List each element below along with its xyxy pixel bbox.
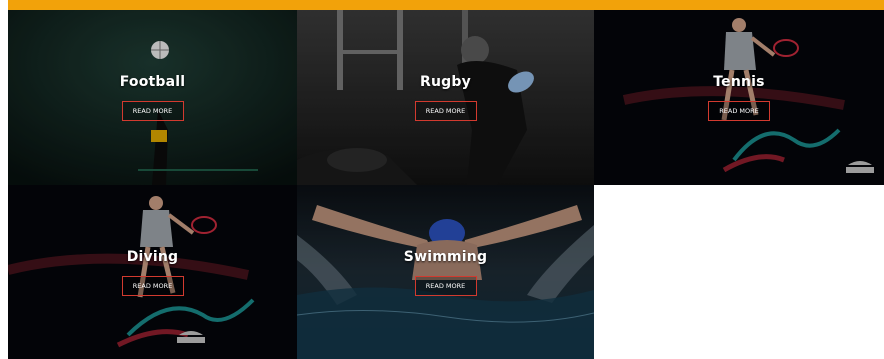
read-more-button[interactable]: READ MORE [708, 101, 770, 121]
card-title: Swimming [403, 249, 488, 265]
sport-card-rugby[interactable]: Rugby READ MORE [297, 10, 594, 185]
sports-grid: Football READ MORE Rugby READ MORE Tenni… [8, 10, 884, 359]
sport-card-tennis[interactable]: Tennis READ MORE [594, 10, 884, 185]
card-title: Football [119, 74, 186, 90]
sport-card-diving[interactable]: Diving READ MORE [8, 185, 297, 359]
sport-card-swimming[interactable]: Swimming READ MORE [297, 185, 594, 359]
card-title: Rugby [420, 74, 471, 90]
read-more-button[interactable]: READ MORE [414, 276, 477, 296]
read-more-button[interactable]: READ MORE [121, 101, 184, 121]
sport-card-football[interactable]: Football READ MORE [8, 10, 297, 185]
card-title: Tennis [713, 74, 765, 90]
read-more-button[interactable]: READ MORE [414, 101, 477, 121]
card-title: Diving [126, 249, 179, 265]
top-accent-bar [8, 0, 884, 10]
read-more-button[interactable]: READ MORE [121, 276, 184, 296]
